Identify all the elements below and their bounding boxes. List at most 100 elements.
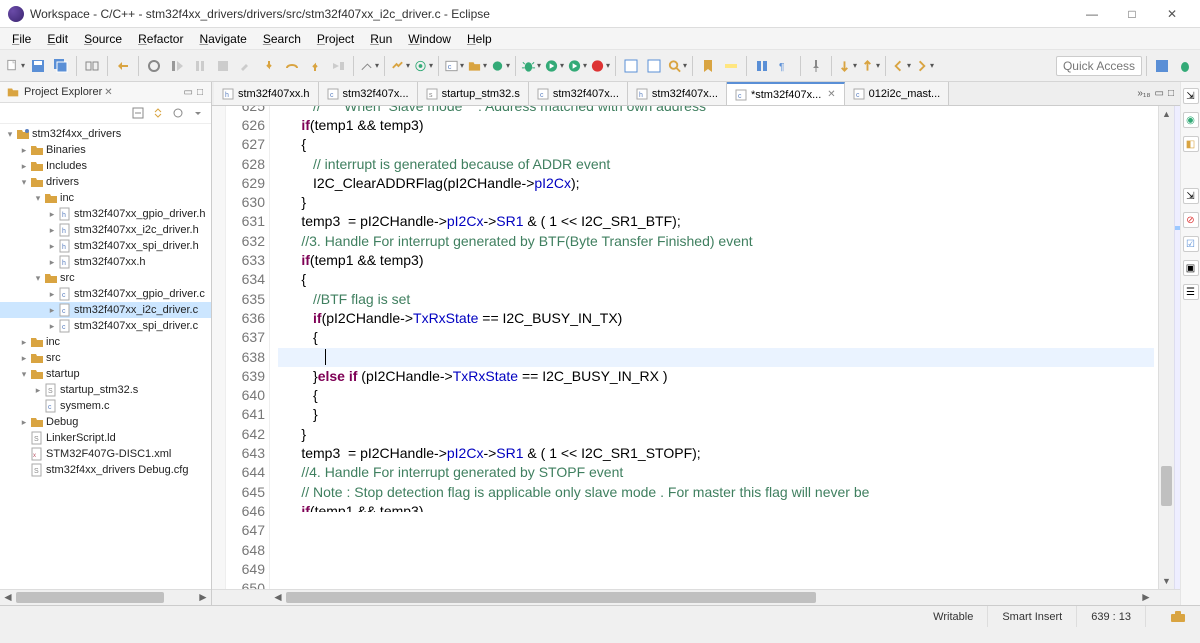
terminate-button[interactable] xyxy=(212,55,234,77)
tree-item[interactable]: ▾drivers xyxy=(0,174,211,190)
new-cproj-button[interactable]: c▾ xyxy=(443,55,465,77)
tree-item[interactable]: ▸cstm32f407xx_spi_driver.c xyxy=(0,318,211,334)
menu-window[interactable]: Window xyxy=(400,30,459,48)
pin-button[interactable] xyxy=(805,55,827,77)
tree-item[interactable]: ▸cstm32f407xx_gpio_driver.c xyxy=(0,286,211,302)
tree-item[interactable]: csysmem.c xyxy=(0,398,211,414)
outline-icon[interactable]: ◉ xyxy=(1183,112,1199,128)
build-target-button[interactable]: ▾ xyxy=(412,55,434,77)
open-file-button[interactable] xyxy=(643,55,665,77)
tree-item[interactable]: ▸hstm32f407xx_spi_driver.h xyxy=(0,238,211,254)
collapse-all-button[interactable] xyxy=(129,105,147,121)
resume-button[interactable] xyxy=(166,55,188,77)
tree-item[interactable]: SLinkerScript.ld xyxy=(0,430,211,446)
view-menu-button[interactable] xyxy=(189,105,207,121)
problems-icon[interactable]: ⊘ xyxy=(1183,212,1199,228)
tree-item[interactable]: ▸hstm32f407xx.h xyxy=(0,254,211,270)
tree-item[interactable]: xSTM32F407G-DISC1.xml xyxy=(0,446,211,462)
menu-refactor[interactable]: Refactor xyxy=(130,30,191,48)
close-button[interactable]: ✕ xyxy=(1152,2,1192,26)
quick-access[interactable]: Quick Access xyxy=(1056,56,1142,76)
undo-button[interactable] xyxy=(112,55,134,77)
code-editor[interactable]: // When Slave mode : Address matched wit… xyxy=(270,106,1158,589)
back-button[interactable]: ▾ xyxy=(890,55,912,77)
tree-item[interactable]: ▸hstm32f407xx_i2c_driver.h xyxy=(0,222,211,238)
menu-run[interactable]: Run xyxy=(362,30,400,48)
link-editor-button[interactable] xyxy=(149,105,167,121)
view-close-icon[interactable]: ✕ xyxy=(102,87,114,98)
tree-item[interactable]: ▸Includes xyxy=(0,158,211,174)
editor-tab[interactable]: c*stm32f407x...✕ xyxy=(727,82,845,105)
tree-item[interactable]: ▸src xyxy=(0,350,211,366)
step-over-button[interactable] xyxy=(281,55,303,77)
new-button[interactable]: ▾ xyxy=(4,55,26,77)
focus-button[interactable] xyxy=(169,105,187,121)
tree-item[interactable]: ▸hstm32f407xx_gpio_driver.h xyxy=(0,206,211,222)
tabs-overflow[interactable]: »₁₈ xyxy=(1137,88,1150,99)
tree-item[interactable]: Sstm32f4xx_drivers Debug.cfg xyxy=(0,462,211,478)
toggle-blk-button[interactable] xyxy=(751,55,773,77)
tree-item[interactable]: ▾src xyxy=(0,270,211,286)
editor-tab[interactable]: cstm32f407x... xyxy=(319,82,418,105)
editor-tab[interactable]: hstm32f407xx.h xyxy=(214,82,319,105)
restore2-icon[interactable]: ⇲ xyxy=(1183,188,1199,204)
menu-project[interactable]: Project xyxy=(309,30,362,48)
step-return-button[interactable] xyxy=(304,55,326,77)
editor-tab[interactable]: cstm32f407x... xyxy=(529,82,628,105)
editor-tab[interactable]: hstm32f407x... xyxy=(628,82,727,105)
tab-close-icon[interactable]: ✕ xyxy=(827,89,835,100)
search-button[interactable]: ▾ xyxy=(666,55,688,77)
prev-ann-button[interactable]: ▾ xyxy=(859,55,881,77)
restart-button[interactable] xyxy=(143,55,165,77)
menu-edit[interactable]: Edit xyxy=(39,30,76,48)
new-folder-button[interactable]: ▾ xyxy=(466,55,488,77)
editor-tab[interactable]: sstartup_stm32.s xyxy=(418,82,529,105)
step-into-button[interactable] xyxy=(258,55,280,77)
show-ws-button[interactable]: ¶ xyxy=(774,55,796,77)
menu-search[interactable]: Search xyxy=(255,30,309,48)
forward-button[interactable]: ▾ xyxy=(913,55,935,77)
project-tree[interactable]: ▾stm32f4xx_drivers▸Binaries▸Includes▾dri… xyxy=(0,124,211,589)
minimize-button[interactable]: — xyxy=(1072,2,1112,26)
perspective-debug-button[interactable] xyxy=(1174,55,1196,77)
properties-icon[interactable]: ☰ xyxy=(1183,284,1199,300)
tree-item[interactable]: ▾stm32f4xx_drivers xyxy=(0,126,211,142)
editor-min-icon[interactable]: ▭ xyxy=(1155,88,1164,99)
console-icon[interactable]: ▣ xyxy=(1183,260,1199,276)
menu-source[interactable]: Source xyxy=(76,30,130,48)
coverage-button[interactable]: ▾ xyxy=(566,55,588,77)
next-ann-button[interactable]: ▾ xyxy=(836,55,858,77)
debug-button[interactable]: ▾ xyxy=(520,55,542,77)
editor-hscroll[interactable]: ◄ ► xyxy=(270,590,1154,605)
toggle-highlight-button[interactable] xyxy=(720,55,742,77)
instr-step-button[interactable] xyxy=(327,55,349,77)
editor-max-icon[interactable]: □ xyxy=(1168,88,1174,99)
view-min-icon[interactable]: ▭ xyxy=(182,87,195,98)
suspend-button[interactable] xyxy=(189,55,211,77)
tree-item[interactable]: ▸Binaries xyxy=(0,142,211,158)
tree-item[interactable]: ▸inc xyxy=(0,334,211,350)
tree-item[interactable]: ▾inc xyxy=(0,190,211,206)
editor-vscroll[interactable]: ▲ ▼ xyxy=(1158,106,1174,589)
sidebar-hscroll[interactable]: ◄ ► xyxy=(0,590,211,605)
editor-tab[interactable]: c012i2c_mast... xyxy=(845,82,950,105)
tree-item[interactable]: ▸cstm32f407xx_i2c_driver.c xyxy=(0,302,211,318)
restore-icon[interactable]: ⇲ xyxy=(1183,88,1199,104)
tree-item[interactable]: ▸Sstartup_stm32.s xyxy=(0,382,211,398)
save-button[interactable] xyxy=(27,55,49,77)
tree-item[interactable]: ▸Debug xyxy=(0,414,211,430)
save-all-button[interactable] xyxy=(50,55,72,77)
profile-button[interactable]: ▾ xyxy=(589,55,611,77)
build-button[interactable]: ▾ xyxy=(389,55,411,77)
perspective-c-button[interactable] xyxy=(1151,55,1173,77)
maximize-button[interactable]: □ xyxy=(1112,2,1152,26)
toggle-mode-button[interactable]: ▾ xyxy=(358,55,380,77)
new-class-button[interactable]: ▾ xyxy=(489,55,511,77)
run-button[interactable]: ▾ xyxy=(543,55,565,77)
open-type-button[interactable] xyxy=(620,55,642,77)
tasks-icon[interactable]: ☑ xyxy=(1183,236,1199,252)
overview-ruler[interactable] xyxy=(1174,106,1180,589)
menu-navigate[interactable]: Navigate xyxy=(191,30,254,48)
menu-help[interactable]: Help xyxy=(459,30,500,48)
disconnect-button[interactable] xyxy=(235,55,257,77)
